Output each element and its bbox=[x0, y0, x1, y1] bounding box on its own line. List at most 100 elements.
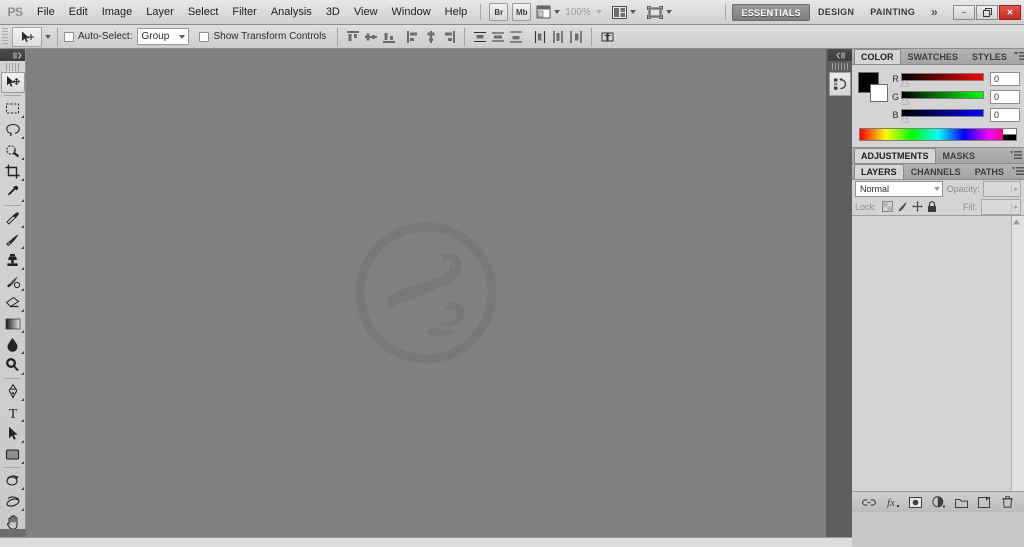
color-background-swatch[interactable] bbox=[870, 84, 888, 102]
slider-b[interactable] bbox=[901, 108, 984, 122]
tool-flyout-indicator[interactable] bbox=[20, 348, 24, 354]
add-layer-style-icon[interactable]: fx bbox=[885, 495, 899, 510]
tool-flyout-indicator[interactable] bbox=[20, 154, 24, 160]
align-horizontal-centers-button[interactable] bbox=[423, 28, 439, 46]
fill-field[interactable]: ▸ bbox=[981, 198, 1021, 215]
layers-scrollbar[interactable] bbox=[1011, 216, 1024, 491]
tab-color[interactable]: COLOR bbox=[854, 49, 901, 64]
align-left-edges-button[interactable] bbox=[405, 28, 421, 46]
show-transform-checkbox[interactable] bbox=[199, 31, 210, 42]
align-bottom-edges-button[interactable] bbox=[381, 28, 397, 46]
tool-flyout-indicator[interactable] bbox=[20, 222, 24, 228]
tool-clone-stamp[interactable] bbox=[1, 250, 25, 271]
distribute-left-edges-button[interactable] bbox=[532, 28, 548, 46]
distribute-horizontal-centers-button[interactable] bbox=[550, 28, 566, 46]
workspace-tab-design[interactable]: DESIGN bbox=[810, 4, 862, 21]
menu-window[interactable]: Window bbox=[385, 0, 438, 25]
distribute-bottom-edges-button[interactable] bbox=[508, 28, 524, 46]
tool-spot-healing-brush[interactable] bbox=[1, 208, 25, 229]
menu-analysis[interactable]: Analysis bbox=[264, 0, 319, 25]
tool-move[interactable] bbox=[0, 72, 25, 93]
layers-panel-menu-icon[interactable] bbox=[1011, 164, 1024, 179]
tool-flyout-indicator[interactable] bbox=[20, 243, 24, 249]
bridge-button[interactable]: Br bbox=[489, 3, 509, 21]
link-layers-icon[interactable] bbox=[862, 495, 876, 510]
menu-edit[interactable]: Edit bbox=[62, 0, 95, 25]
strip-expand-button[interactable] bbox=[828, 49, 852, 61]
screen-mode-caret[interactable] bbox=[665, 10, 672, 14]
menu-filter[interactable]: Filter bbox=[225, 0, 263, 25]
tab-swatches[interactable]: SWATCHES bbox=[901, 49, 965, 64]
options-bar-grip[interactable] bbox=[2, 27, 8, 46]
tool-path-selection[interactable] bbox=[1, 423, 25, 444]
tool-rectangular-marquee[interactable] bbox=[1, 98, 25, 119]
canvas-empty-workspace[interactable] bbox=[26, 49, 826, 537]
slider-r[interactable] bbox=[901, 72, 984, 86]
view-extras-button[interactable] bbox=[534, 3, 562, 21]
tool-flyout-indicator[interactable] bbox=[20, 505, 24, 511]
tool-flyout-indicator[interactable] bbox=[20, 196, 24, 202]
tool-flyout-indicator[interactable] bbox=[20, 327, 24, 333]
tool-brush[interactable] bbox=[1, 229, 25, 250]
align-right-edges-button[interactable] bbox=[441, 28, 457, 46]
history-panel-button[interactable] bbox=[829, 72, 851, 96]
new-group-icon[interactable] bbox=[954, 495, 968, 510]
tool-preset-picker[interactable] bbox=[12, 26, 42, 47]
tool-3d-orbit[interactable] bbox=[1, 491, 25, 512]
tool-flyout-indicator[interactable] bbox=[20, 369, 24, 375]
tool-flyout-indicator[interactable] bbox=[20, 133, 24, 139]
tool-flyout-indicator[interactable] bbox=[20, 175, 24, 181]
layers-list[interactable] bbox=[852, 215, 1024, 491]
tool-flyout-indicator[interactable] bbox=[20, 395, 24, 401]
lock-position-icon[interactable] bbox=[911, 200, 924, 213]
menu-help[interactable]: Help bbox=[438, 0, 475, 25]
tool-rectangle[interactable] bbox=[1, 444, 25, 465]
lock-all-icon[interactable] bbox=[926, 200, 939, 213]
tab-channels[interactable]: CHANNELS bbox=[904, 164, 968, 179]
mini-bridge-button[interactable]: Mb bbox=[512, 3, 532, 21]
tool-flyout-indicator[interactable] bbox=[20, 416, 24, 422]
lock-transparent-pixels-icon[interactable] bbox=[881, 200, 894, 213]
auto-select-checkbox[interactable] bbox=[64, 31, 74, 42]
tool-3d-rotate[interactable] bbox=[1, 470, 25, 491]
tools-panel-collapse[interactable] bbox=[0, 49, 25, 61]
restore-button[interactable] bbox=[976, 4, 998, 20]
menu-layer[interactable]: Layer bbox=[139, 0, 181, 25]
lock-image-pixels-icon[interactable] bbox=[896, 200, 909, 213]
view-extras-caret[interactable] bbox=[554, 10, 561, 14]
strip-grip[interactable] bbox=[832, 63, 848, 70]
screen-mode-button[interactable] bbox=[645, 3, 674, 21]
tool-blur[interactable] bbox=[1, 334, 25, 355]
minimize-button[interactable]: – bbox=[953, 4, 975, 20]
blend-mode-dropdown[interactable]: Normal bbox=[855, 181, 943, 197]
tool-flyout-indicator[interactable] bbox=[20, 437, 24, 443]
add-layer-mask-icon[interactable] bbox=[908, 495, 922, 510]
tool-gradient[interactable] bbox=[1, 313, 25, 334]
tab-masks[interactable]: MASKS bbox=[936, 148, 983, 163]
menu-select[interactable]: Select bbox=[181, 0, 226, 25]
distribute-top-edges-button[interactable] bbox=[472, 28, 488, 46]
tab-paths[interactable]: PATHS bbox=[968, 164, 1011, 179]
tool-lasso[interactable] bbox=[1, 119, 25, 140]
tool-preset-caret[interactable] bbox=[45, 34, 51, 39]
color-spectrum-ramp[interactable] bbox=[859, 128, 1017, 141]
new-adjustment-layer-icon[interactable] bbox=[931, 495, 945, 510]
value-g[interactable]: 0 bbox=[990, 89, 1020, 104]
tool-eraser[interactable] bbox=[1, 292, 25, 313]
value-b[interactable]: 0 bbox=[990, 107, 1020, 122]
tool-flyout-indicator[interactable] bbox=[20, 484, 24, 490]
menu-view[interactable]: View bbox=[347, 0, 385, 25]
zoom-caret[interactable] bbox=[595, 10, 602, 14]
tool-flyout-indicator[interactable] bbox=[20, 264, 24, 270]
tool-flyout-indicator[interactable] bbox=[20, 458, 24, 464]
menu-3d[interactable]: 3D bbox=[319, 0, 347, 25]
workspace-tab-painting[interactable]: PAINTING bbox=[862, 4, 923, 21]
align-vertical-centers-button[interactable] bbox=[363, 28, 379, 46]
menu-image[interactable]: Image bbox=[95, 0, 140, 25]
value-r[interactable]: 0 bbox=[990, 71, 1020, 86]
tool-crop[interactable] bbox=[1, 161, 25, 182]
scroll-up-icon[interactable] bbox=[1012, 219, 1021, 225]
menu-file[interactable]: File bbox=[30, 0, 62, 25]
tool-pen[interactable] bbox=[1, 381, 25, 402]
tab-styles[interactable]: STYLES bbox=[965, 49, 1014, 64]
